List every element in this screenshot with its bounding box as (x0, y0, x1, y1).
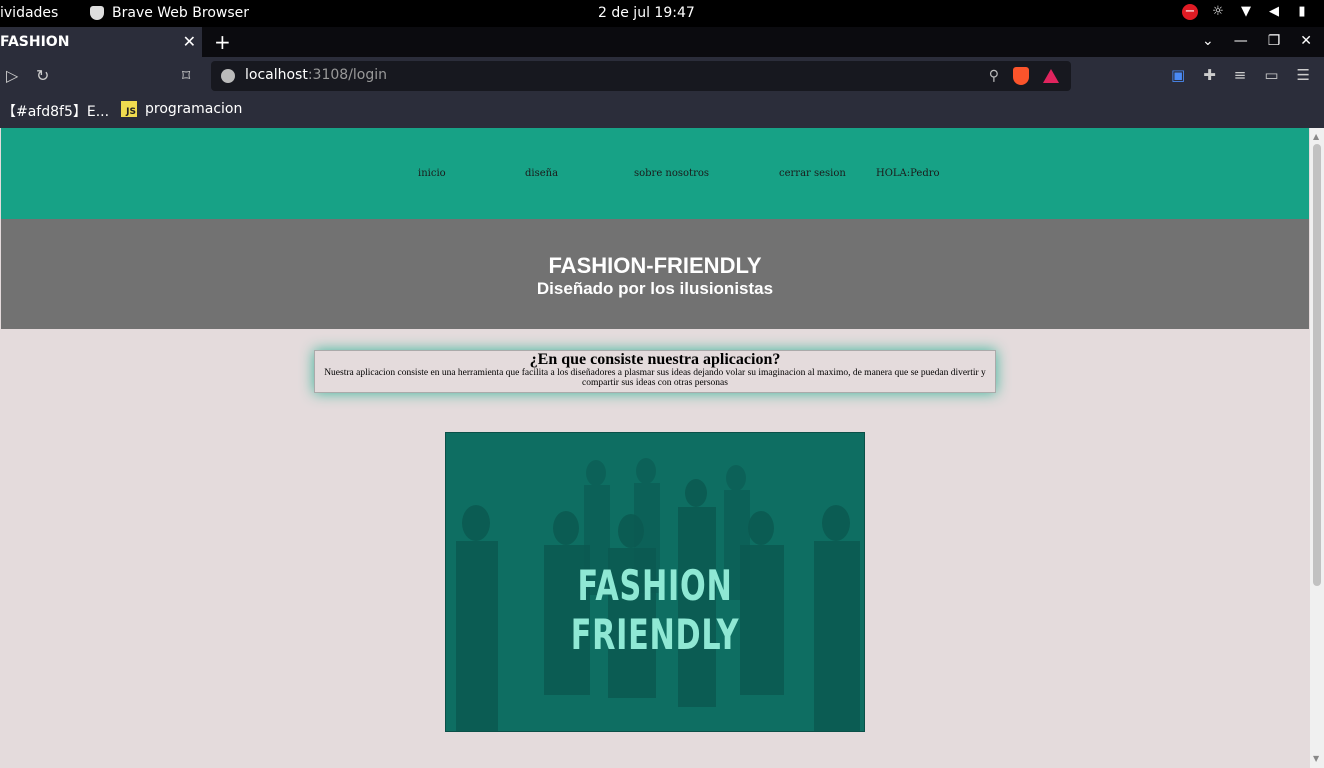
tab-fashion[interactable]: FASHION ✕ (0, 27, 202, 57)
url-host: localhost (245, 67, 308, 83)
address-bar[interactable]: localhost:3108/login ⚲ (211, 61, 1071, 91)
brave-shields-icon[interactable] (1013, 67, 1029, 85)
tab-list-icon[interactable]: ⌄ (1202, 33, 1214, 49)
navigation-bar: ▷ ↻ ⌑ localhost:3108/login ⚲ ▣ ✚ ≡ ▭ ☰ (0, 57, 1324, 95)
brightness-icon[interactable]: ☼ (1210, 4, 1226, 20)
scroll-up-icon[interactable]: ▲ (1313, 132, 1319, 141)
url-path: :3108/login (307, 67, 388, 83)
bookmark-item[interactable]: 【#afd8f5】E... (2, 101, 109, 121)
site-info-icon[interactable] (221, 69, 235, 83)
media-playlist-icon[interactable]: ≡ (1234, 66, 1247, 84)
bookmarks-bar: 【#afd8f5】E... JS programacion (0, 95, 1324, 128)
translate-icon[interactable]: ▣ (1171, 66, 1185, 84)
tab-title: FASHION (0, 34, 70, 50)
new-tab-button[interactable]: + (214, 30, 231, 54)
scrollbar-thumb[interactable] (1313, 144, 1321, 586)
fashion-poster-image: FASHION FRIENDLY (445, 432, 865, 732)
battery-icon[interactable]: ▮ (1294, 4, 1310, 20)
window-controls: ⌄ — ❐ ✕ (1202, 33, 1312, 49)
extensions-area: ▣ ✚ ≡ ▭ ☰ (1171, 66, 1310, 84)
nav-link-inicio[interactable]: inicio (418, 168, 446, 179)
clock[interactable]: 2 de jul 19:47 (598, 5, 695, 21)
nav-link-cerrar-sesion[interactable]: cerrar sesion (779, 168, 846, 179)
brave-rewards-icon[interactable] (1043, 69, 1059, 83)
system-top-bar: ividades Brave Web Browser 2 de jul 19:4… (0, 0, 1324, 27)
close-tab-icon[interactable]: ✕ (183, 32, 196, 51)
volume-icon[interactable]: ◀ (1266, 4, 1282, 20)
nav-link-disena[interactable]: diseña (525, 168, 558, 179)
forward-icon[interactable]: ▷ (6, 66, 18, 85)
nav-link-sobre-nosotros[interactable]: sobre nosotros (634, 168, 709, 179)
close-window-icon[interactable]: ✕ (1300, 33, 1312, 49)
bookmark-label: programacion (145, 101, 243, 117)
brave-lion-icon (90, 6, 104, 20)
system-tray[interactable]: − ☼ ▼ ◀ ▮ (1182, 4, 1310, 20)
site-title: FASHION-FRIENDLY (548, 253, 762, 278)
web-page: inicio diseña sobre nosotros cerrar sesi… (0, 128, 1310, 768)
js-icon: JS (121, 101, 137, 117)
tab-bar: FASHION ✕ + ⌄ — ❐ ✕ (0, 27, 1324, 57)
user-greeting: HOLA:Pedro (876, 168, 940, 179)
wallet-icon[interactable]: ▭ (1264, 66, 1278, 84)
app-menu[interactable]: Brave Web Browser (90, 5, 249, 21)
do-not-disturb-icon[interactable]: − (1182, 4, 1198, 20)
site-navbar: inicio diseña sobre nosotros cerrar sesi… (1, 128, 1309, 219)
site-subtitle: Diseñado por los ilusionistas (536, 279, 774, 298)
reload-icon[interactable]: ↻ (36, 66, 49, 85)
wifi-icon[interactable]: ▼ (1238, 4, 1254, 20)
poster-title: FASHION FRIENDLY (570, 561, 740, 659)
info-text: Nuestra aplicacion consiste en una herra… (324, 368, 986, 388)
activities-button[interactable]: ividades (0, 5, 58, 21)
scroll-down-icon[interactable]: ▼ (1313, 754, 1319, 763)
minimize-icon[interactable]: — (1234, 33, 1248, 49)
app-name: Brave Web Browser (112, 5, 249, 21)
zoom-icon[interactable]: ⚲ (989, 68, 999, 84)
bookmark-icon[interactable]: ⌑ (182, 66, 190, 85)
extensions-icon[interactable]: ✚ (1203, 66, 1216, 84)
page-scrollbar[interactable]: ▲ ▼ (1310, 128, 1324, 768)
maximize-icon[interactable]: ❐ (1268, 33, 1281, 49)
info-box: ¿En que consiste nuestra aplicacion? Nue… (314, 350, 996, 393)
hero-banner: FASHION-FRIENDLY Diseñado por los ilusio… (1, 219, 1309, 329)
bookmark-item[interactable]: JS programacion (121, 101, 242, 117)
info-title: ¿En que consiste nuestra aplicacion? (529, 351, 781, 368)
menu-icon[interactable]: ☰ (1297, 66, 1310, 84)
